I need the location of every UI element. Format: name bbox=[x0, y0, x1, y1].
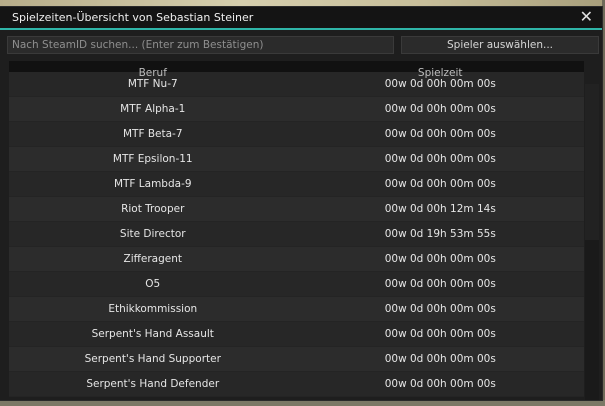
job-cell: Serpent's Hand Supporter bbox=[84, 353, 221, 365]
table-row[interactable]: Riot Trooper 00w 0d 00h 12m 14s bbox=[9, 197, 584, 222]
table-body: MTF Nu-7 00w 0d 00h 00m 00s MTF Alpha-1 00… bbox=[9, 72, 584, 397]
job-cell: MTF Beta-7 bbox=[122, 128, 183, 140]
playtime-cell: 00w 0d 00h 00m 00s bbox=[384, 303, 496, 315]
titlebar: Spielzeiten-Übersicht von Sebastian Stei… bbox=[0, 7, 602, 30]
table-row[interactable]: MTF Alpha-1 00w 0d 00h 00m 00s bbox=[9, 97, 584, 122]
job-cell: O5 bbox=[145, 278, 161, 290]
playtime-cell: 00w 0d 00h 00m 00s bbox=[384, 353, 496, 365]
playtime-cell: 00w 0d 19h 53m 55s bbox=[384, 228, 496, 240]
table-row[interactable]: MTF Epsilon-11 00w 0d 00h 00m 00s bbox=[9, 147, 584, 172]
job-cell: MTF Alpha-1 bbox=[120, 103, 186, 115]
table-row[interactable]: Site Director 00w 0d 19h 53m 55s bbox=[9, 222, 584, 247]
steamid-search-input[interactable] bbox=[7, 36, 394, 54]
table-row[interactable]: Serpent's Hand Supporter 00w 0d 00h 00m 0… bbox=[9, 347, 584, 372]
window-title: Spielzeiten-Übersicht von Sebastian Stei… bbox=[12, 11, 254, 24]
job-cell: MTF Epsilon-11 bbox=[112, 153, 193, 165]
job-cell: Zifferagent bbox=[123, 253, 182, 265]
column-header-playtime: Spielzeit bbox=[417, 66, 463, 79]
table-row[interactable]: MTF Beta-7 00w 0d 00h 00m 00s bbox=[9, 122, 584, 147]
scrollbar-thumb[interactable] bbox=[585, 84, 599, 240]
playtime-cell: 00w 0d 00h 00m 00s bbox=[384, 278, 496, 290]
playtime-cell: 00w 0d 00h 00m 00s bbox=[384, 378, 496, 390]
playtime-cell: 00w 0d 00h 00m 00s bbox=[384, 253, 496, 265]
playtime-cell: 00w 0d 00h 00m 00s bbox=[384, 78, 496, 90]
close-icon[interactable]: ✕ bbox=[580, 8, 593, 26]
job-cell: MTF Lambda-9 bbox=[113, 178, 192, 190]
job-cell: Riot Trooper bbox=[121, 203, 185, 215]
playtime-window: Spielzeiten-Übersicht von Sebastian Stei… bbox=[0, 7, 602, 400]
table-scrollbar[interactable] bbox=[585, 84, 599, 400]
table-row[interactable]: Ethikkommission 00w 0d 00h 00m 00s bbox=[9, 297, 584, 322]
table-row[interactable]: Serpent's Hand Assault 00w 0d 00h 00m 00s bbox=[9, 322, 584, 347]
playtime-table: Beruf Spielzeit MTF Nu-7 00w 0d 00h 00m 0… bbox=[9, 61, 584, 400]
playtime-cell: 00w 0d 00h 00m 00s bbox=[384, 153, 496, 165]
playtime-cell: 00w 0d 00h 00m 00s bbox=[384, 128, 496, 140]
job-cell: MTF Nu-7 bbox=[127, 78, 178, 90]
job-cell: Ethikkommission bbox=[108, 303, 198, 315]
playtime-cell: 00w 0d 00h 12m 14s bbox=[384, 203, 496, 215]
table-row[interactable]: MTF Lambda-9 00w 0d 00h 00m 00s bbox=[9, 172, 584, 197]
job-cell: Serpent's Hand Defender bbox=[86, 378, 220, 390]
playtime-cell: 00w 0d 00h 00m 00s bbox=[384, 328, 496, 340]
column-header-job: Beruf bbox=[138, 66, 167, 79]
table-row[interactable]: O5 00w 0d 00h 00m 00s bbox=[9, 272, 584, 297]
playtime-cell: 00w 0d 00h 00m 00s bbox=[384, 103, 496, 115]
table-row[interactable]: Serpent's Hand Defender 00w 0d 00h 00m 00… bbox=[9, 372, 584, 397]
job-cell: Serpent's Hand Assault bbox=[91, 328, 214, 340]
table-row[interactable]: Zifferagent 00w 0d 00h 00m 00s bbox=[9, 247, 584, 272]
select-player-button[interactable]: Spieler auswählen... bbox=[401, 36, 599, 54]
job-cell: Site Director bbox=[119, 228, 186, 240]
playtime-cell: 00w 0d 00h 00m 00s bbox=[384, 178, 496, 190]
background-bottom bbox=[0, 400, 605, 406]
